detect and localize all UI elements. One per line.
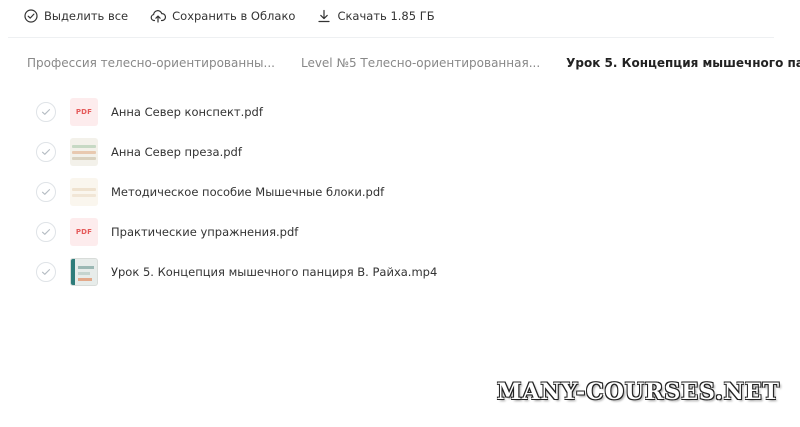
- checkmark-icon: [41, 109, 51, 115]
- checkmark-icon: [41, 149, 51, 155]
- breadcrumb-item-level[interactable]: Level №5 Телесно-ориентированная...: [301, 56, 540, 70]
- toolbar-divider: [8, 37, 774, 38]
- checkmark-icon: [41, 229, 51, 235]
- breadcrumb: Профессия телесно-ориентированны... Leve…: [27, 56, 800, 70]
- download-label: Скачать 1.85 ГБ: [337, 9, 435, 23]
- pdf-badge-label: PDF: [75, 228, 93, 236]
- file-checkbox[interactable]: [36, 262, 56, 282]
- file-row[interactable]: Урок 5. Концепция мышечного панциря В. Р…: [36, 252, 756, 292]
- file-name: Урок 5. Концепция мышечного панциря В. Р…: [111, 265, 438, 279]
- save-to-cloud-label: Сохранить в Облако: [172, 9, 296, 23]
- file-checkbox[interactable]: [36, 182, 56, 202]
- file-checkbox[interactable]: [36, 222, 56, 242]
- cloud-upload-icon: [150, 10, 167, 23]
- checkmark-icon: [41, 189, 51, 195]
- video-thumbnail: [70, 258, 98, 286]
- file-row[interactable]: Анна Север преза.pdf: [36, 132, 756, 172]
- select-all-label: Выделить все: [44, 9, 129, 23]
- pdf-badge-label: PDF: [75, 108, 93, 116]
- file-row[interactable]: Методическое пособие Мышечные блоки.pdf: [36, 172, 756, 212]
- watermark: MANY-COURSES.NET: [497, 379, 780, 405]
- breadcrumb-item-current: Урок 5. Концепция мышечного панц...: [566, 56, 800, 70]
- checkmark-icon: [41, 269, 51, 275]
- file-checkbox[interactable]: [36, 142, 56, 162]
- check-circle-icon: [24, 9, 38, 23]
- toolbar: Выделить все Сохранить в Облако Скачать …: [24, 0, 435, 32]
- file-name: Анна Север конспект.pdf: [111, 105, 263, 119]
- file-list: PDF Анна Север конспект.pdf Анна Север п…: [36, 92, 756, 292]
- file-name: Практические упражнения.pdf: [111, 225, 299, 239]
- download-icon: [318, 9, 331, 23]
- file-thumbnail: [70, 178, 98, 206]
- file-thumbnail: [70, 138, 98, 166]
- save-to-cloud-button[interactable]: Сохранить в Облако: [150, 9, 295, 23]
- pdf-file-icon: PDF: [70, 218, 98, 246]
- file-row[interactable]: PDF Практические упражнения.pdf: [36, 212, 756, 252]
- file-name: Анна Север преза.pdf: [111, 145, 242, 159]
- pdf-file-icon: PDF: [70, 98, 98, 126]
- file-row[interactable]: PDF Анна Север конспект.pdf: [36, 92, 756, 132]
- select-all-button[interactable]: Выделить все: [24, 9, 128, 23]
- file-checkbox[interactable]: [36, 102, 56, 122]
- file-name: Методическое пособие Мышечные блоки.pdf: [111, 185, 385, 199]
- download-button[interactable]: Скачать 1.85 ГБ: [317, 9, 435, 23]
- breadcrumb-item-profession[interactable]: Профессия телесно-ориентированны...: [27, 56, 275, 70]
